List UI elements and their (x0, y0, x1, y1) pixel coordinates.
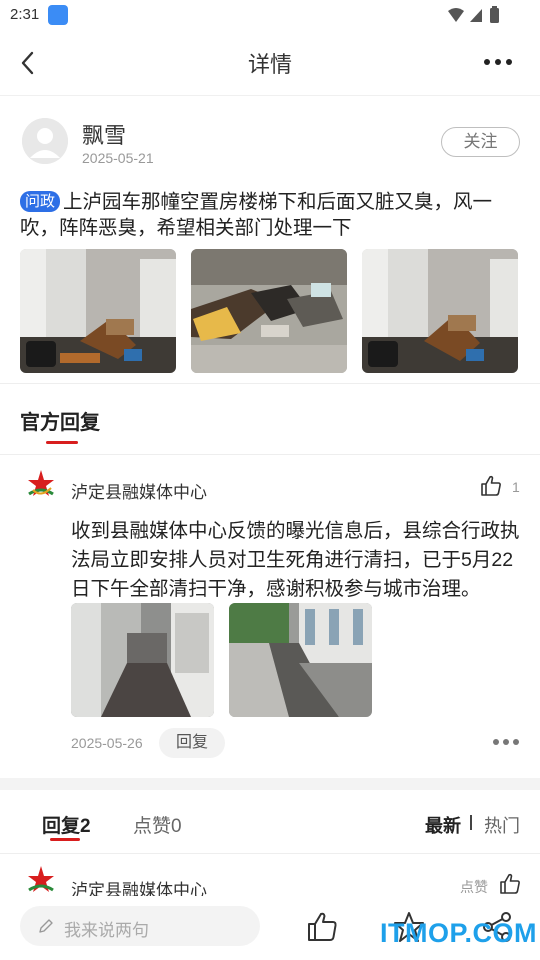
divider (0, 454, 540, 455)
comment-placeholder: 我来说两句 (64, 921, 149, 940)
sort-latest[interactable]: 最新 (425, 812, 461, 838)
like-count: 1 (512, 479, 520, 495)
official-org-name[interactable]: 泸定县融媒体中心 (71, 478, 207, 503)
post-photo-2[interactable] (191, 249, 347, 373)
comment-org-logo[interactable] (23, 864, 59, 900)
like-action-icon[interactable] (305, 910, 339, 944)
official-reply-text: 收到县融媒体中心反馈的曝光信息后，县综合行政执法局立即安排人员对卫生死角进行清扫… (71, 520, 520, 600)
post-photo-1[interactable] (20, 249, 176, 373)
sort-divider (470, 815, 472, 830)
status-bar: 2:31 (0, 0, 540, 30)
reply-button[interactable]: 回复 (159, 728, 225, 758)
system-status-icons (448, 6, 499, 23)
org-logo[interactable] (23, 468, 59, 504)
page-title: 详情 (247, 52, 292, 77)
status-time: 2:31 (10, 6, 40, 23)
active-tab-underline (50, 838, 80, 841)
app-notification-icon (48, 5, 68, 25)
divider (0, 853, 540, 854)
post-text: 上泸园车那幢空置房楼梯下和后面又脏又臭，风一吹，阵阵恶臭，希望相关部门处理一下 (20, 191, 493, 239)
comment-input[interactable]: 我来说两句 (20, 906, 260, 946)
post-date: 2025-05-21 (82, 150, 154, 166)
reply-photo-1[interactable] (71, 603, 214, 717)
official-reply-heading: 官方回复 (20, 412, 100, 434)
post-photo-3[interactable] (362, 249, 518, 373)
heading-underline (46, 441, 78, 444)
follow-button[interactable]: 关注 (441, 127, 520, 157)
divider (0, 383, 540, 384)
thumbs-up-icon[interactable] (479, 474, 503, 498)
sort-hot[interactable]: 热门 (484, 812, 520, 838)
pencil-icon (39, 919, 53, 933)
top-bar: 详情 (0, 30, 540, 96)
user-avatar[interactable] (22, 118, 68, 164)
post-author-name[interactable]: 飘雪 (82, 118, 126, 150)
category-tag: 问政 (20, 191, 61, 212)
section-gap (0, 778, 540, 790)
reply-photo-2[interactable] (229, 603, 372, 717)
tab-likes[interactable]: 点赞0 (133, 811, 182, 838)
site-watermark: ITMOP.COM (380, 918, 538, 948)
bottom-action-bar: 我来说两句 ITMOP.COM (0, 896, 540, 960)
reply-date: 2025-05-26 (71, 735, 143, 751)
more-options-icon[interactable] (484, 56, 514, 68)
comment-like-label[interactable]: 点赞 (460, 877, 488, 897)
post-content: 问政 上泸园车那幢空置房楼梯下和后面又脏又臭，风一吹，阵阵恶臭，希望相关部门处理一… (20, 189, 520, 241)
comment-thumbs-up-icon[interactable] (498, 872, 522, 896)
tab-replies[interactable]: 回复2 (42, 811, 91, 838)
reply-more-icon[interactable] (493, 739, 523, 747)
